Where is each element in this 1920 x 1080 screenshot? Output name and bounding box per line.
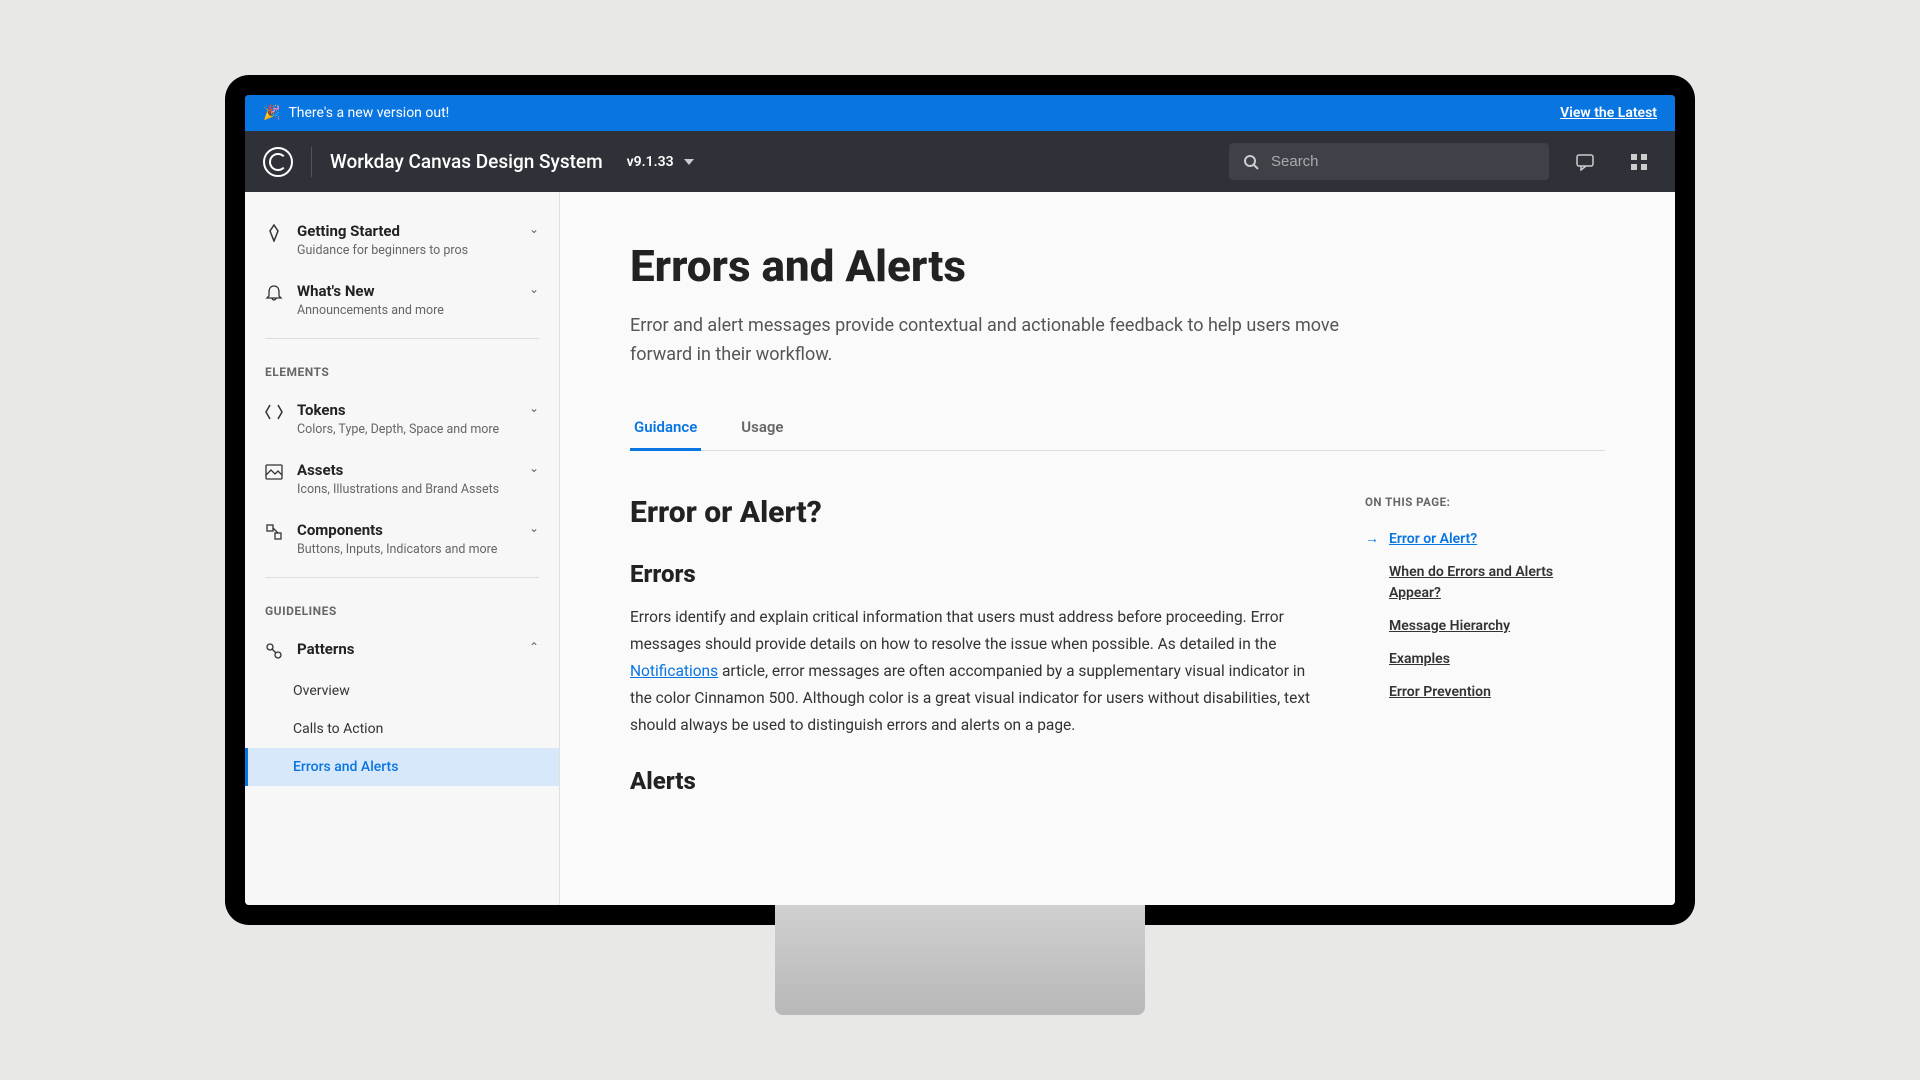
nav-title: Assets bbox=[297, 461, 515, 479]
nav-desc: Buttons, Inputs, Indicators and more bbox=[297, 542, 515, 557]
subnav-overview[interactable]: Overview bbox=[245, 672, 559, 710]
app-header: Workday Canvas Design System v9.1.33 bbox=[245, 131, 1675, 192]
chevron-down-icon: ⌄ bbox=[529, 401, 539, 415]
nav-desc: Guidance for beginners to pros bbox=[297, 243, 515, 258]
chevron-down-icon: ⌄ bbox=[529, 222, 539, 236]
section-label-elements: ELEMENTS bbox=[245, 347, 559, 389]
page-title: Errors and Alerts bbox=[630, 240, 1605, 292]
errors-paragraph: Errors identify and explain critical inf… bbox=[630, 604, 1315, 740]
nav-title: What's New bbox=[297, 282, 515, 300]
canvas-logo-icon[interactable] bbox=[263, 147, 293, 177]
heading-alerts: Alerts bbox=[630, 767, 1315, 795]
tokens-icon bbox=[265, 403, 283, 421]
subnav-calls-to-action[interactable]: Calls to Action bbox=[245, 710, 559, 748]
divider bbox=[311, 147, 312, 177]
section-label-guidelines: GUIDELINES bbox=[245, 586, 559, 628]
patterns-icon bbox=[265, 642, 283, 660]
chat-icon bbox=[1576, 153, 1594, 171]
components-icon bbox=[265, 523, 283, 541]
brand-title: Workday Canvas Design System bbox=[330, 150, 603, 173]
toc-item-message-hierarchy[interactable]: Message Hierarchy bbox=[1365, 610, 1605, 643]
heading-errors: Errors bbox=[630, 560, 1315, 588]
toc-item-error-or-alert[interactable]: Error or Alert? bbox=[1365, 523, 1605, 556]
divider bbox=[265, 338, 539, 339]
search-icon bbox=[1243, 154, 1259, 170]
nav-title: Patterns bbox=[297, 640, 515, 658]
bell-icon bbox=[265, 284, 283, 302]
party-icon: 🎉 bbox=[263, 105, 280, 121]
divider bbox=[265, 577, 539, 578]
chevron-down-icon: ⌄ bbox=[529, 461, 539, 475]
grid-icon bbox=[1631, 154, 1647, 170]
chevron-down-icon: ⌄ bbox=[529, 282, 539, 296]
nav-title: Components bbox=[297, 521, 515, 539]
sidebar-item-assets[interactable]: Assets Icons, Illustrations and Brand As… bbox=[245, 449, 559, 509]
version-text: v9.1.33 bbox=[627, 154, 674, 170]
view-latest-link[interactable]: View the Latest bbox=[1560, 105, 1657, 121]
grid-icon-button[interactable] bbox=[1621, 144, 1657, 180]
version-selector[interactable]: v9.1.33 bbox=[627, 154, 694, 170]
toc-item-error-prevention[interactable]: Error Prevention bbox=[1365, 676, 1605, 709]
feedback-icon-button[interactable] bbox=[1567, 144, 1603, 180]
chevron-up-icon: ⌃ bbox=[529, 640, 539, 654]
main-content: Errors and Alerts Error and alert messag… bbox=[560, 192, 1675, 905]
sidebar-item-whats-new[interactable]: What's New Announcements and more ⌄ bbox=[245, 270, 559, 330]
banner-text: There's a new version out! bbox=[288, 105, 449, 121]
toc-label: ON THIS PAGE: bbox=[1365, 495, 1605, 509]
caret-down-icon bbox=[684, 159, 694, 165]
monitor-stand bbox=[775, 905, 1145, 1015]
sidebar-item-patterns[interactable]: Patterns ⌃ bbox=[245, 628, 559, 672]
monitor-frame: 🎉 There's a new version out! View the La… bbox=[225, 75, 1695, 925]
sidebar-item-tokens[interactable]: Tokens Colors, Type, Depth, Space and mo… bbox=[245, 389, 559, 449]
search-box[interactable] bbox=[1229, 143, 1549, 180]
nav-title: Getting Started bbox=[297, 222, 515, 240]
heading-error-or-alert: Error or Alert? bbox=[630, 495, 1315, 530]
search-input[interactable] bbox=[1271, 153, 1535, 170]
nav-desc: Icons, Illustrations and Brand Assets bbox=[297, 482, 515, 497]
table-of-contents: ON THIS PAGE: Error or Alert? When do Er… bbox=[1365, 495, 1605, 812]
sidebar-nav: Getting Started Guidance for beginners t… bbox=[245, 192, 560, 905]
announcement-banner: 🎉 There's a new version out! View the La… bbox=[245, 95, 1675, 131]
rocket-icon bbox=[265, 224, 283, 242]
toc-item-when-appear[interactable]: When do Errors and Alerts Appear? bbox=[1365, 556, 1605, 610]
nav-desc: Colors, Type, Depth, Space and more bbox=[297, 422, 515, 437]
sidebar-item-components[interactable]: Components Buttons, Inputs, Indicators a… bbox=[245, 509, 559, 569]
tabs: Guidance Usage bbox=[630, 406, 1605, 451]
sidebar-item-getting-started[interactable]: Getting Started Guidance for beginners t… bbox=[245, 210, 559, 270]
nav-desc: Announcements and more bbox=[297, 303, 515, 318]
screen: 🎉 There's a new version out! View the La… bbox=[245, 95, 1675, 905]
toc-item-examples[interactable]: Examples bbox=[1365, 643, 1605, 676]
chevron-down-icon: ⌄ bbox=[529, 521, 539, 535]
subnav-errors-and-alerts[interactable]: Errors and Alerts bbox=[245, 748, 559, 786]
page-description: Error and alert messages provide context… bbox=[630, 312, 1350, 370]
notifications-link[interactable]: Notifications bbox=[630, 662, 718, 680]
image-icon bbox=[265, 463, 283, 481]
nav-title: Tokens bbox=[297, 401, 515, 419]
tab-usage[interactable]: Usage bbox=[737, 406, 787, 451]
tab-guidance[interactable]: Guidance bbox=[630, 406, 701, 451]
